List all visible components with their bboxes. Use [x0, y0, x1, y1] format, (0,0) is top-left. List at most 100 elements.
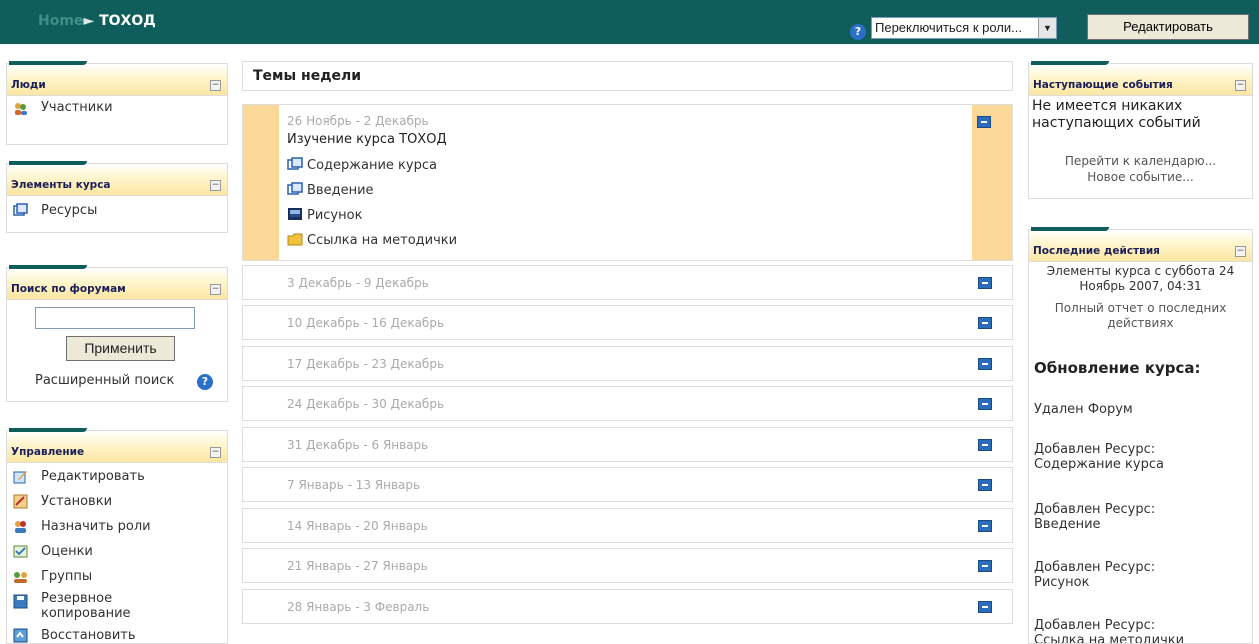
forum-search-input[interactable] — [35, 307, 195, 329]
admin-item-edit[interactable]: Редактировать — [41, 469, 145, 484]
collapse-week-icon[interactable] — [978, 358, 992, 370]
edit-icon — [13, 471, 27, 484]
groups-icon — [14, 572, 27, 583]
admin-block-header: Управление − — [6, 428, 228, 463]
admin-item-assign-roles[interactable]: Назначить роли — [41, 519, 151, 534]
users-icon — [15, 103, 27, 115]
update-item[interactable]: Добавлен Ресурс: Введение — [1034, 502, 1194, 532]
week-dates: 14 Январь - 20 Январь — [287, 519, 428, 533]
weekly-outline-header: Темы недели — [242, 61, 1013, 91]
update-item[interactable]: Добавлен Ресурс: Ссылка на методички — [1034, 618, 1194, 643]
recent-activity-block-title: Последние действия — [1033, 245, 1160, 257]
forum-search-block-title: Поиск по форумам — [11, 283, 126, 295]
admin-item-grades[interactable]: Оценки — [41, 544, 93, 559]
no-events-text: Не имеется никаких наступающих событий — [1032, 98, 1201, 131]
week-row: 17 Декабрь - 23 Декабрь — [242, 346, 1013, 381]
collapse-toggle-icon[interactable]: − — [210, 284, 221, 295]
resource-label: Введение — [307, 183, 374, 198]
collapse-week-icon[interactable] — [978, 439, 992, 451]
recent-activity-block-header: Последние действия − — [1028, 227, 1253, 262]
resource-label: Ссылка на методички — [307, 233, 458, 248]
current-week-left-bar — [243, 105, 279, 260]
dropdown-arrow-icon[interactable]: ▼ — [1038, 18, 1056, 38]
resource-link[interactable]: Ссылка на методички — [287, 232, 457, 248]
activities-block-body: Ресурсы — [6, 196, 228, 233]
resource-icon — [13, 203, 28, 216]
week-row: 14 Январь - 20 Январь — [242, 508, 1013, 543]
course-updates-heading: Обновление курса: — [1034, 359, 1201, 377]
admin-item-restore[interactable]: Восстановить — [41, 628, 136, 643]
resource-link[interactable]: Содержание курса — [287, 157, 437, 173]
breadcrumb-course: ТОХОД — [99, 13, 156, 29]
backup-icon — [13, 594, 28, 609]
collapse-week-icon[interactable] — [978, 317, 992, 329]
apply-button[interactable]: Применить — [66, 336, 175, 361]
collapse-week-icon[interactable] — [978, 479, 992, 491]
update-item[interactable]: Добавлен Ресурс: Рисунок — [1034, 560, 1194, 590]
people-block: Люди − Участники — [6, 61, 228, 145]
week-dates: 31 Декабрь - 6 Январь — [287, 438, 429, 452]
forum-search-block: Поиск по форумам − Применить Расширенный… — [6, 265, 228, 402]
go-to-calendar-link[interactable]: Перейти к календарю... — [1029, 154, 1252, 169]
new-event-link[interactable]: Новое событие... — [1029, 170, 1252, 185]
people-block-header: Люди − — [6, 61, 228, 96]
full-report-link[interactable]: Полный отчет о последних действиях — [1039, 301, 1242, 331]
switch-role-select[interactable]: Переключиться к роли... ▼ — [871, 17, 1057, 39]
update-item: Удален Форум — [1034, 402, 1133, 417]
collapse-week-icon[interactable] — [978, 560, 992, 572]
settings-icon — [13, 494, 28, 509]
week-dates: 24 Декабрь - 30 Декабрь — [287, 397, 445, 411]
current-week-dates: 26 Ноябрь - 2 Декабрь — [287, 114, 429, 128]
admin-item-backup[interactable]: Резервное копирование — [41, 591, 161, 621]
folder-icon — [287, 233, 303, 246]
collapse-toggle-icon[interactable]: − — [210, 80, 221, 91]
resource-icon — [287, 157, 303, 170]
collapse-week-icon[interactable] — [978, 277, 992, 289]
collapse-week-icon[interactable] — [978, 520, 992, 532]
breadcrumb-home-link[interactable]: Home — [38, 13, 83, 29]
collapse-toggle-icon[interactable]: − — [210, 447, 221, 458]
resource-link[interactable]: Рисунок — [287, 207, 362, 223]
admin-item-settings[interactable]: Установки — [41, 494, 112, 509]
advanced-search-link[interactable]: Расширенный поиск — [35, 373, 174, 388]
help-icon[interactable]: ? — [197, 374, 213, 390]
week-dates: 17 Декабрь - 23 Декабрь — [287, 357, 445, 371]
resource-link[interactable]: Введение — [287, 182, 374, 198]
admin-block-title: Управление — [11, 446, 85, 458]
people-item-participants[interactable]: Участники — [41, 100, 113, 115]
week-row: 10 Декабрь - 16 Декабрь — [242, 305, 1013, 340]
week-row: 7 Январь - 13 Январь — [242, 467, 1013, 502]
people-block-body: Участники — [6, 96, 228, 145]
upcoming-events-block: Наступающие события − Не имеется никаких… — [1028, 61, 1253, 199]
week-dates: 3 Декабрь - 9 Декабрь — [287, 276, 429, 290]
collapse-toggle-icon[interactable]: − — [1235, 246, 1246, 257]
activities-item-resources[interactable]: Ресурсы — [41, 203, 97, 218]
week-row: 31 Декабрь - 6 Январь — [242, 427, 1013, 462]
assign-roles-icon — [15, 521, 26, 533]
forum-search-block-body: Применить Расширенный поиск ? — [6, 300, 228, 402]
resource-label: Содержание курса — [307, 158, 437, 173]
people-block-title: Люди — [11, 79, 46, 91]
collapse-toggle-icon[interactable]: − — [210, 180, 221, 191]
week-dates: 7 Январь - 13 Январь — [287, 478, 421, 492]
help-icon[interactable]: ? — [850, 24, 866, 40]
edit-button[interactable]: Редактировать — [1087, 14, 1249, 40]
week-dates: 21 Январь - 27 Январь — [287, 559, 428, 573]
collapse-week-icon[interactable] — [977, 116, 991, 128]
current-week-right-bar — [972, 105, 1012, 260]
collapse-week-icon[interactable] — [978, 398, 992, 410]
upcoming-events-block-header: Наступающие события − — [1028, 61, 1253, 96]
update-item[interactable]: Добавлен Ресурс: Содержание курса — [1034, 442, 1194, 472]
admin-item-groups[interactable]: Группы — [41, 569, 92, 584]
restore-icon — [13, 628, 28, 643]
week-dates: 10 Декабрь - 16 Декабрь — [287, 316, 445, 330]
collapse-toggle-icon[interactable]: − — [1235, 80, 1246, 91]
week-dates: 28 Январь - 3 Февраль — [287, 600, 430, 614]
resource-icon — [287, 182, 303, 195]
image-icon — [288, 208, 302, 220]
week-row: 21 Январь - 27 Январь — [242, 548, 1013, 583]
upcoming-events-block-body: Не имеется никаких наступающих событий П… — [1028, 96, 1253, 199]
collapse-week-icon[interactable] — [978, 601, 992, 613]
activity-since-text: Элементы курса с суббота 24 Ноябрь 2007,… — [1046, 264, 1235, 293]
activities-block-header: Элементы курса − — [6, 161, 228, 196]
